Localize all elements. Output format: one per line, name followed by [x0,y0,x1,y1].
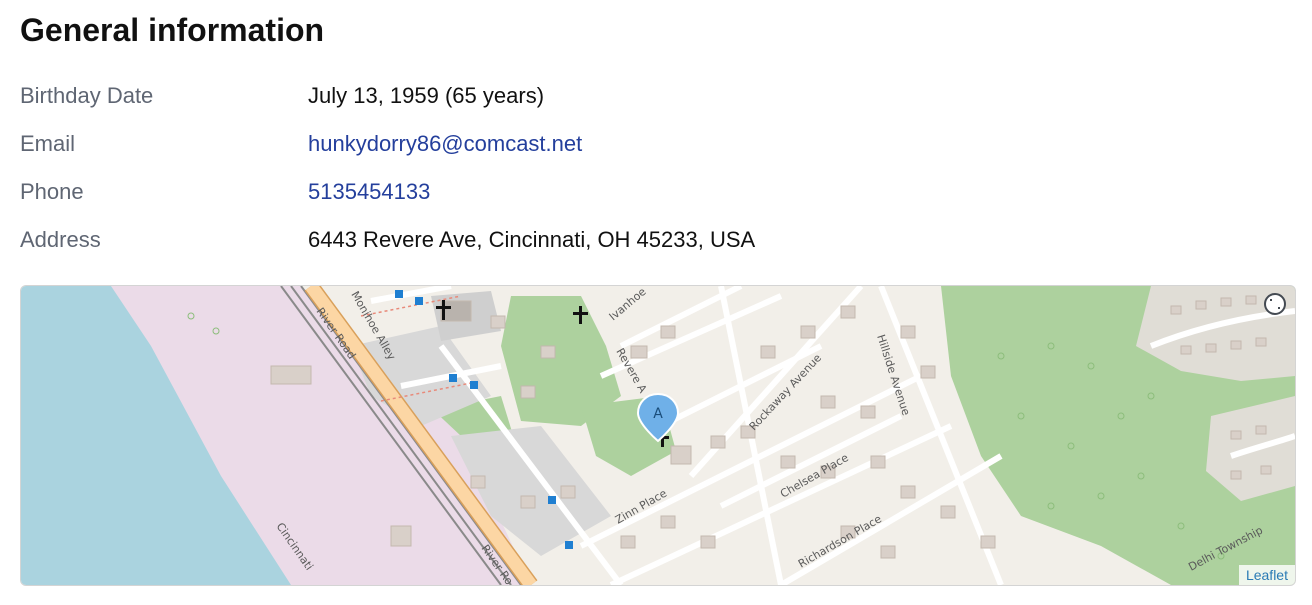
bus-stop-icon [548,496,556,504]
bus-stop-icon [470,381,478,389]
info-row-phone: Phone 5135454133 [20,174,1290,210]
bus-stop-icon [395,290,403,298]
bus-stop-icon [449,374,457,382]
location-map[interactable]: River Road River Ro Monihoe Alley Ivanho… [20,285,1296,586]
phone-label: Phone [20,179,84,204]
leaflet-attribution-link[interactable]: Leaflet [1238,565,1295,585]
info-row-birthday: Birthday Date July 13, 1959 (65 years) [20,78,1290,114]
phone-link[interactable]: 5135454133 [308,174,430,210]
address-label: Address [20,227,101,252]
birthday-value: July 13, 1959 (65 years) [308,83,545,108]
info-row-email: Email hunkydorry86@comcast.net [20,126,1290,162]
fullscreen-icon[interactable] [1263,292,1287,316]
birthday-label: Birthday Date [20,83,154,108]
info-row-address: Address 6443 Revere Ave, Cincinnati, OH … [20,222,1290,258]
email-link[interactable]: hunkydorry86@comcast.net [308,126,582,162]
map-tiles[interactable]: River Road River Ro Monihoe Alley Ivanho… [21,286,1295,585]
bus-stop-icon [415,297,423,305]
page-title: General information [20,12,325,48]
email-label: Email [20,131,76,156]
map-pin-label: A [653,406,663,422]
address-value: 6443 Revere Ave, Cincinnati, OH 45233, U… [308,227,756,252]
bus-stop-icon [565,541,573,549]
